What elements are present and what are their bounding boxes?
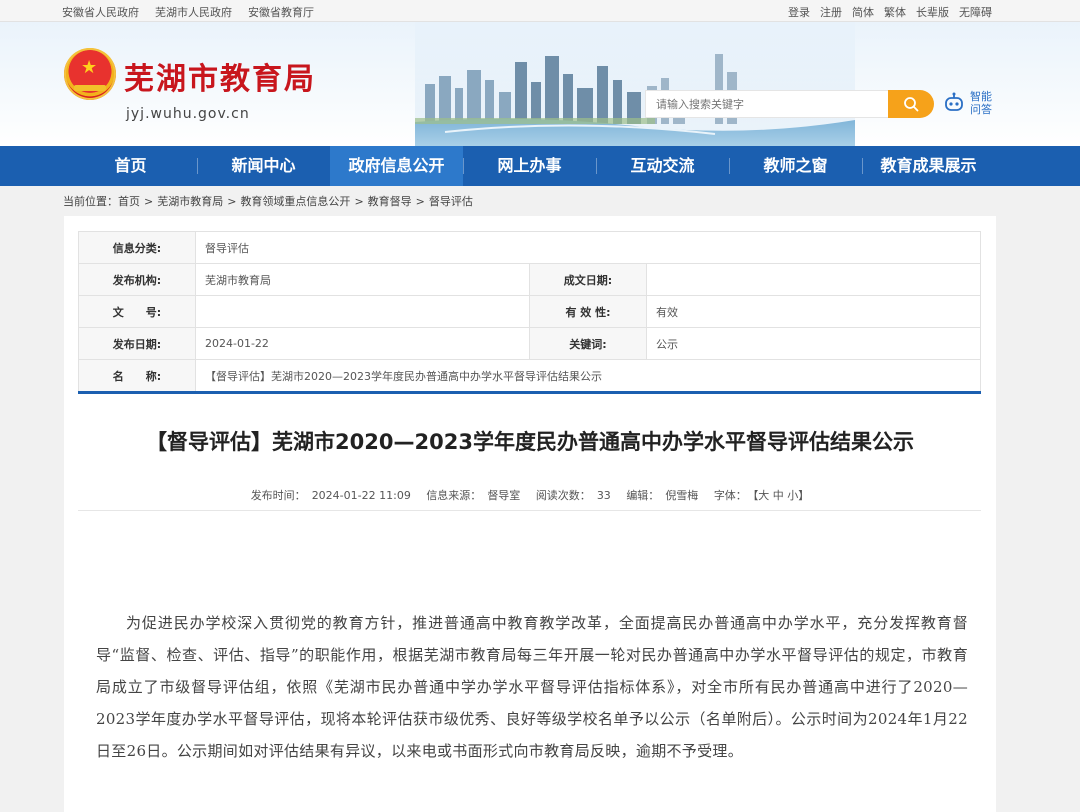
category-label: 信息分类: [78,231,196,264]
site-domain: jyj.wuhu.gov.cn [126,106,250,122]
publish-time-label: 发布时间： [250,489,306,502]
register-link[interactable]: 注册 [820,4,842,20]
table-row: 文 号: 有 效 性: 有效 [78,295,981,328]
publisher-label: 发布机构: [78,263,196,296]
info-table: 信息分类: 督导评估 发布机构: 芜湖市教育局 成文日期: 文 号: 有 效 性… [78,231,981,392]
link-anhui-edu[interactable]: 安徽省教育厅 [248,4,314,20]
editor: 编辑： 倪雪梅 [623,489,701,502]
ai-assistant-label: 智能问答 [970,90,992,116]
validity-label: 有 效 性: [529,295,647,328]
keywords-label: 关键词: [529,327,647,360]
city-skyline-banner [415,22,855,146]
breadcrumb-separator: > [144,195,154,208]
info-source: 信息来源： 督导室 [423,489,523,502]
table-row: 信息分类: 督导评估 [78,231,981,264]
created-date-label: 成文日期: [529,263,647,296]
editor-value: 倪雪梅 [665,489,699,502]
font-size-label: 字体： [713,489,747,502]
nav-teachers[interactable]: 教师之窗 [729,146,862,186]
article-title: 【督导评估】芜湖市2020—2023学年度民办普通高中办学水平督导评估结果公示 [146,430,914,454]
font-size-control: 字体： 【大 中 小】 [711,489,813,502]
validity-value: 有效 [646,295,981,328]
article-meta: 发布时间： 2024-01-22 11:09 信息来源： 督导室 阅读次数： 33 编… [64,487,996,503]
category-value: 督导评估 [195,231,981,264]
divider [78,510,981,511]
read-count-label: 阅读次数： [535,489,591,502]
nav-achievements[interactable]: 教育成果展示 [862,146,995,186]
nav-interaction[interactable]: 互动交流 [596,146,729,186]
simplified-link[interactable]: 简体 [852,4,874,20]
breadcrumb-separator: > [354,195,364,208]
created-date-value [646,263,981,296]
editor-label: 编辑： [626,489,660,502]
publisher-value: 芜湖市教育局 [195,263,530,296]
login-link[interactable]: 登录 [788,4,810,20]
read-count-value: 33 [596,489,611,502]
search-input[interactable] [645,90,888,118]
breadcrumb: 当前位置：首页 > 芜湖市教育局 > 教育领域重点信息公开 > 教育督导 > 督导评估 [0,186,1080,218]
nav-online-service[interactable]: 网上办事 [463,146,596,186]
ai-assistant[interactable]: 智能问答 [942,90,994,116]
link-anhui-gov[interactable]: 安徽省人民政府 [62,4,139,20]
elder-mode-link[interactable]: 长辈版 [916,4,949,20]
breadcrumb-item[interactable]: 芜湖市教育局 [157,195,223,208]
info-source-label: 信息来源： [426,489,482,502]
table-row: 发布日期: 2024-01-22 关键词: 公示 [78,327,981,360]
breadcrumb-item[interactable]: 首页 [118,195,140,208]
nav-news[interactable]: 新闻中心 [197,146,330,186]
accessibility-link[interactable]: 无障碍 [959,4,992,20]
table-row: 名 称: 【督导评估】芜湖市2020—2023学年度民办普通高中办学水平督导评估… [78,359,981,392]
top-bar: 安徽省人民政府 芜湖市人民政府 安徽省教育厅 登录 注册 简体 繁体 长辈版 无… [0,0,1080,22]
article-paragraph: 为促进民办学校深入贯彻党的教育方针，推进普通高中教育教学改革，全面提高民办普通高… [96,614,968,760]
link-wuhu-gov[interactable]: 芜湖市人民政府 [155,4,232,20]
breadcrumb-item[interactable]: 教育领域重点信息公开 [240,195,350,208]
info-source-value: 督导室 [487,489,521,502]
table-row: 发布机构: 芜湖市教育局 成文日期: [78,263,981,296]
content-panel: 信息分类: 督导评估 发布机构: 芜湖市教育局 成文日期: 文 号: 有 效 性… [64,216,996,812]
nav-gov-info[interactable]: 政府信息公开 [330,146,463,186]
breadcrumb-separator: > [415,195,425,208]
publish-time: 发布时间： 2024-01-22 11:09 [248,489,414,502]
top-links-left: 安徽省人民政府 芜湖市人民政府 安徽省教育厅 [62,4,314,20]
top-links-right: 登录 注册 简体 繁体 长辈版 无障碍 [788,4,992,20]
site-title[interactable]: 芜湖市教育局 [124,54,316,98]
name-label: 名 称: [78,359,196,392]
doc-number-value [195,295,530,328]
national-emblem-icon: ★ [64,48,116,100]
robot-icon [945,92,963,111]
breadcrumb-prefix: 当前位置： [63,195,118,208]
divider [78,391,981,394]
publish-date-label: 发布日期: [78,327,196,360]
keywords-value: 公示 [646,327,981,360]
nav-home[interactable]: 首页 [64,146,197,186]
search-button[interactable] [888,90,934,118]
font-size-options[interactable]: 【大 中 小】 [753,489,810,502]
breadcrumb-item[interactable]: 督导评估 [429,195,473,208]
doc-number-label: 文 号: [78,295,196,328]
traditional-link[interactable]: 繁体 [884,4,906,20]
publish-date-value: 2024-01-22 [195,327,530,360]
breadcrumb-separator: > [227,195,237,208]
read-count: 阅读次数： 33 [533,489,614,502]
search-icon [904,97,919,112]
breadcrumb-item[interactable]: 教育督导 [368,195,412,208]
name-value: 【督导评估】芜湖市2020—2023学年度民办普通高中办学水平督导评估结果公示 [195,359,981,392]
main-nav: 首页 新闻中心 政府信息公开 网上办事 互动交流 教师之窗 教育成果展示 [0,146,1080,186]
site-header: ★ 芜湖市教育局 jyj.wuhu.gov.cn 请输入搜索关键字 智能问答 [0,22,1080,146]
publish-time-value: 2024-01-22 11:09 [311,489,411,502]
